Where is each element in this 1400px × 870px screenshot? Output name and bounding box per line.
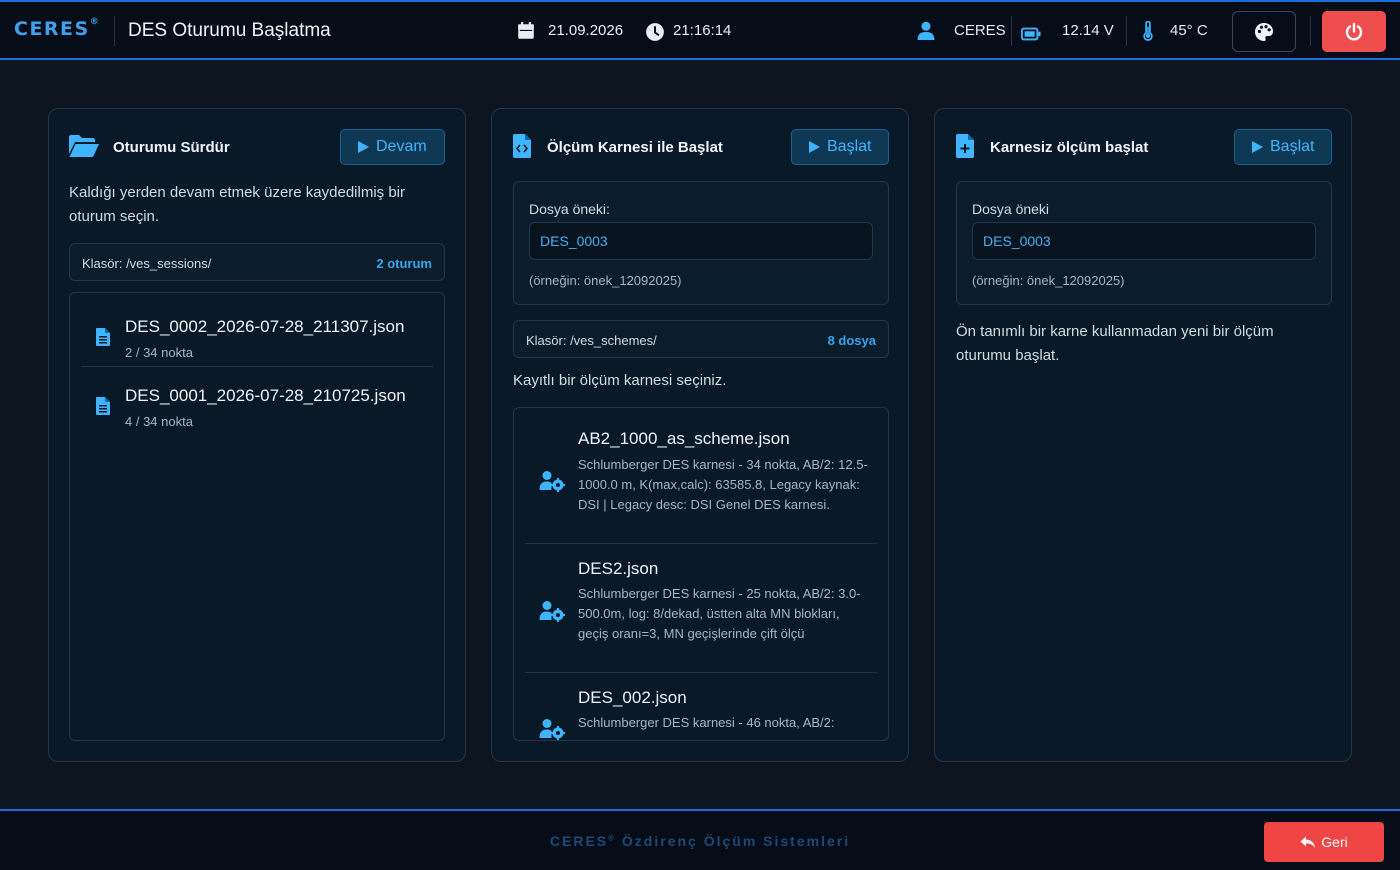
brand-logo: CERES®	[14, 16, 99, 40]
blank-description: Ön tanımlı bir karne kullanmadan yeni bi…	[956, 323, 1274, 364]
power-button[interactable]	[1322, 11, 1386, 52]
file-prefix-hint: (örneğin: önek_12092025)	[972, 273, 1125, 288]
session-progress: 4 / 34 nokta	[125, 414, 193, 429]
thermometer-icon	[1143, 21, 1153, 41]
sessions-folder-bar: Klasör: /ves_sessions/ 2 oturum	[69, 243, 445, 281]
scheme-item[interactable]: DES2.json Schlumberger DES karnesi - 25 …	[525, 543, 877, 672]
session-item[interactable]: DES_0001_2026-07-28_210725.json 4 / 34 n…	[81, 366, 433, 435]
file-prefix-section: Dosya öneki: DES_0003 (örneğin: önek_120…	[513, 181, 889, 305]
voltage-display: 12.14 V	[1062, 22, 1114, 39]
play-icon	[358, 141, 369, 153]
user-cog-icon	[539, 719, 565, 740]
header-divider	[1310, 16, 1311, 46]
file-icon	[96, 397, 110, 415]
session-count: 2 oturum	[376, 256, 432, 271]
start-button-label: Başlat	[827, 138, 872, 155]
scheme-instruction: Kayıtlı bir ölçüm karnesi seçiniz.	[513, 372, 727, 389]
file-plus-icon	[956, 134, 974, 158]
blank-start-card: Karnesiz ölçüm başlat Başlat Dosya öneki…	[934, 108, 1352, 762]
folder-path: Klasör: /ves_schemes/	[526, 333, 657, 348]
footer-tagline: CERES® Özdirenç Ölçüm Sistemleri	[549, 833, 851, 849]
reply-arrow-icon	[1300, 836, 1316, 848]
scheme-filename: DES_002.json	[578, 688, 687, 707]
scheme-item[interactable]: AB2_1000_as_scheme.json Schlumberger DES…	[525, 408, 877, 543]
battery-icon	[1021, 27, 1041, 41]
card-title: Oturumu Sürdür	[113, 139, 230, 156]
file-prefix-label: Dosya öneki	[972, 201, 1050, 217]
scheme-filename: AB2_1000_as_scheme.json	[578, 429, 790, 448]
date-display: 21.09.2026	[548, 22, 624, 39]
footer: CERES® Özdirenç Ölçüm Sistemleri Geri	[0, 809, 1400, 870]
user-icon	[917, 21, 935, 40]
temperature-display: 45° C	[1170, 22, 1208, 39]
palette-icon	[1255, 22, 1273, 41]
file-prefix-input[interactable]: DES_0003	[529, 222, 873, 260]
folder-path: Klasör: /ves_sessions/	[82, 256, 212, 271]
folder-open-icon	[69, 135, 99, 157]
header-divider	[1126, 16, 1127, 46]
user-cog-icon	[539, 601, 565, 622]
scheme-description: Schlumberger DES karnesi - 25 nokta, AB/…	[578, 586, 861, 641]
scheme-start-card: Ölçüm Karnesi ile Başlat Başlat Dosya ön…	[491, 108, 909, 762]
card-title: Karnesiz ölçüm başlat	[990, 139, 1149, 156]
resume-description: Kaldığı yerden devam etmek üzere kaydedi…	[69, 184, 405, 225]
continue-button-label: Devam	[376, 138, 427, 155]
clock-icon	[646, 23, 664, 41]
scheme-description: Schlumberger DES karnesi - 46 nokta, AB/…	[578, 715, 835, 730]
scheme-list: AB2_1000_as_scheme.json Schlumberger DES…	[513, 407, 889, 741]
file-prefix-hint: (örneğin: önek_12092025)	[529, 273, 682, 288]
scheme-count: 8 dosya	[827, 333, 876, 348]
file-prefix-input[interactable]: DES_0003	[972, 222, 1316, 260]
time-display: 21:16:14	[673, 22, 732, 39]
resume-session-card: Oturumu Sürdür Devam Kaldığı yerden deva…	[48, 108, 466, 762]
file-prefix-label: Dosya öneki:	[529, 201, 610, 217]
page-title: DES Oturumu Başlatma	[128, 20, 331, 41]
file-prefix-section: Dosya öneki DES_0003 (örneğin: önek_1209…	[956, 181, 1332, 305]
back-button[interactable]: Geri	[1264, 822, 1384, 862]
start-blank-button[interactable]: Başlat	[1234, 129, 1332, 165]
schemes-folder-bar: Klasör: /ves_schemes/ 8 dosya	[513, 320, 889, 358]
start-with-scheme-button[interactable]: Başlat	[791, 129, 889, 165]
card-title: Ölçüm Karnesi ile Başlat	[547, 139, 723, 156]
file-code-icon	[513, 134, 531, 158]
header-divider	[114, 16, 115, 46]
power-icon	[1345, 22, 1363, 40]
scheme-description: Schlumberger DES karnesi - 34 nokta, AB/…	[578, 457, 868, 512]
header-divider	[1011, 16, 1012, 46]
session-progress: 2 / 34 nokta	[125, 345, 193, 360]
theme-button[interactable]	[1232, 11, 1296, 52]
continue-button[interactable]: Devam	[340, 129, 445, 165]
calendar-icon	[518, 22, 534, 39]
user-name: CERES	[954, 22, 1006, 39]
file-icon	[96, 328, 110, 346]
back-button-label: Geri	[1321, 834, 1348, 850]
scheme-filename: DES2.json	[578, 559, 659, 578]
top-bar: CERES® DES Oturumu Başlatma 21.09.2026 2…	[0, 0, 1400, 60]
session-item[interactable]: DES_0002_2026-07-28_211307.json 2 / 34 n…	[81, 297, 433, 366]
play-icon	[1252, 141, 1263, 153]
session-filename: DES_0002_2026-07-28_211307.json	[125, 317, 405, 336]
user-cog-icon	[539, 471, 565, 492]
start-button-label: Başlat	[1270, 138, 1315, 155]
session-filename: DES_0001_2026-07-28_210725.json	[125, 386, 406, 405]
session-list: DES_0002_2026-07-28_211307.json 2 / 34 n…	[69, 292, 445, 741]
scheme-item[interactable]: DES_002.json Schlumberger DES karnesi - …	[525, 672, 877, 740]
play-icon	[809, 141, 820, 153]
